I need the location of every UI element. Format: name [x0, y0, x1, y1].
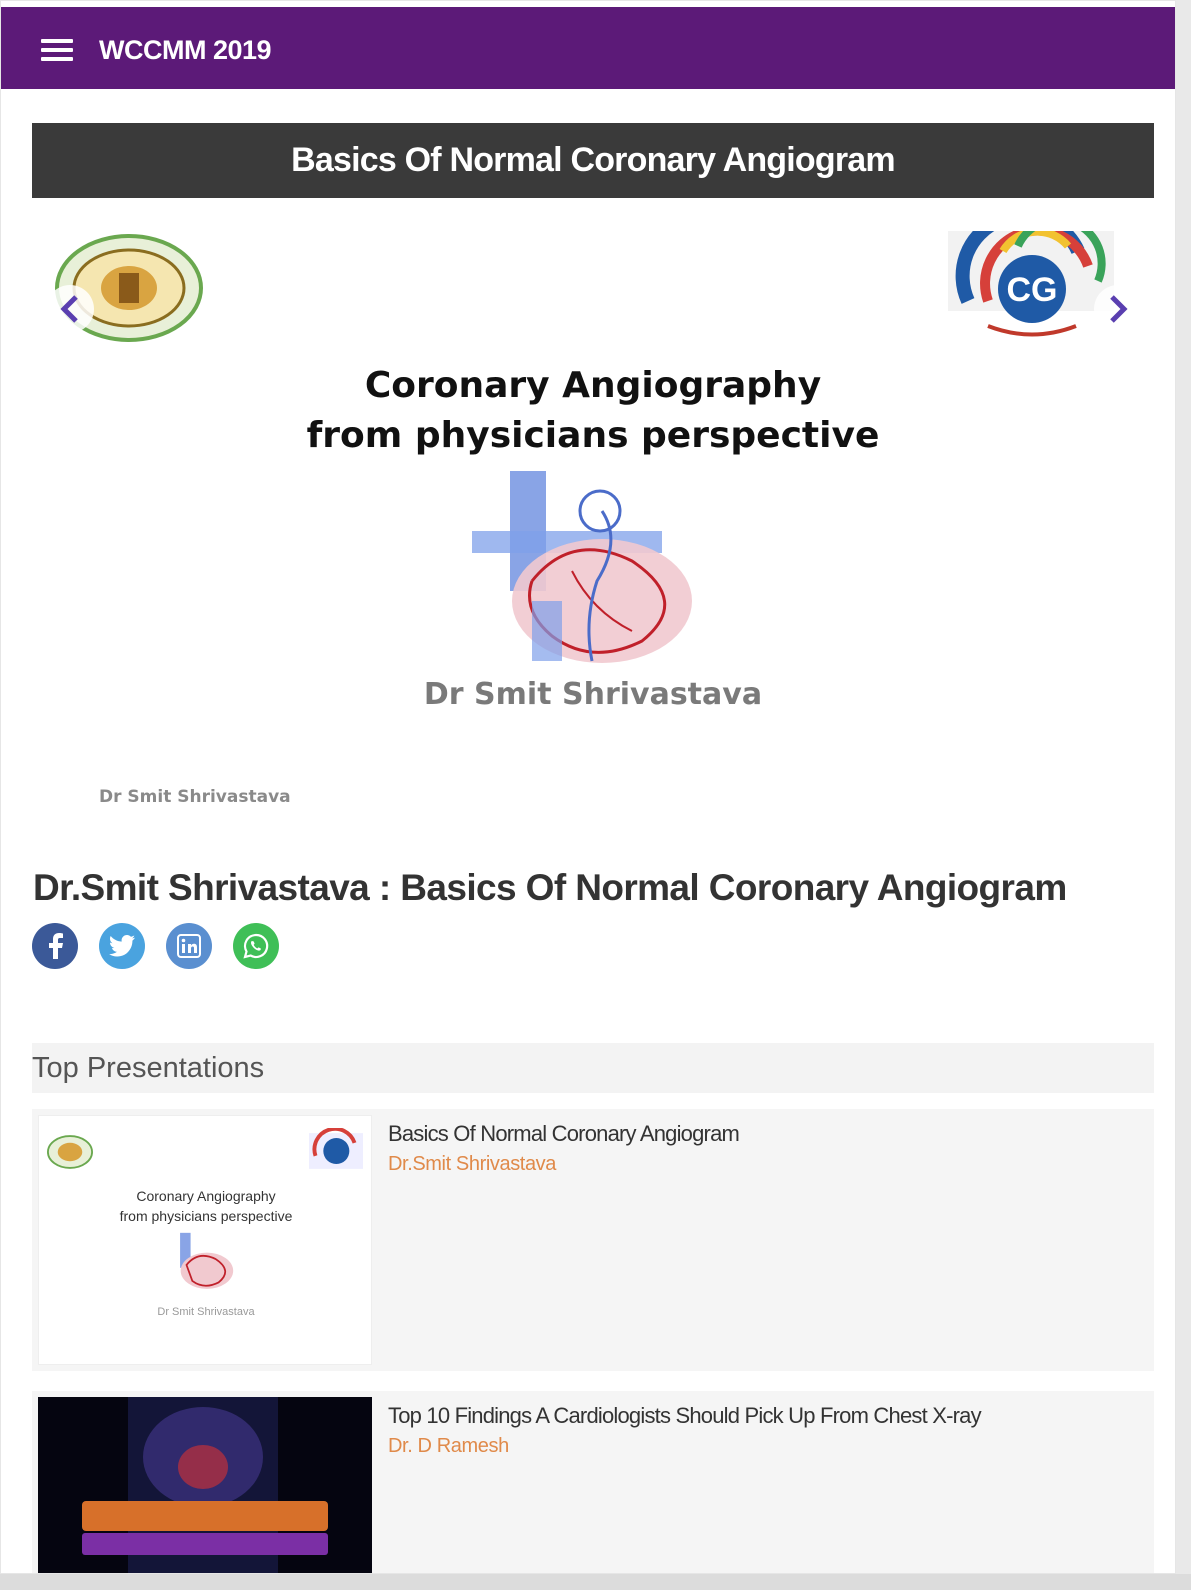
thumbnail-heading-line1: Coronary Angiography: [136, 1188, 276, 1204]
slide-viewer: CG Coronary Angiography from physicians …: [32, 211, 1154, 831]
card-author[interactable]: Dr.Smit Shrivastava: [388, 1153, 556, 1176]
facebook-share-button[interactable]: [32, 923, 78, 969]
previous-slide-button[interactable]: [46, 285, 94, 333]
chevron-right-icon: [1110, 295, 1128, 323]
card-title[interactable]: Top 10 Findings A Cardiologists Should P…: [388, 1403, 982, 1429]
svg-text:CG: CG: [1007, 271, 1058, 309]
menu-icon[interactable]: [41, 39, 73, 61]
cg-apicon-logo: CG: [948, 231, 1114, 337]
cg-apicon-logo: [309, 1128, 363, 1169]
slide-heading-line1: Coronary Angiography: [364, 365, 822, 406]
app-bar: WCCMM 2019: [1, 7, 1175, 89]
twitter-share-button[interactable]: [99, 923, 145, 969]
linkedin-share-button[interactable]: [166, 923, 212, 969]
linkedin-icon: [177, 934, 201, 958]
whatsapp-icon: [243, 933, 269, 959]
card-author[interactable]: Dr. D Ramesh: [388, 1435, 509, 1458]
presentation-thumbnail[interactable]: [38, 1397, 372, 1573]
presentation-thumbnail[interactable]: Coronary Angiography from physicians per…: [38, 1115, 372, 1365]
heart-illustration: [472, 471, 692, 663]
presentation-card[interactable]: Coronary Angiography from physicians per…: [32, 1109, 1154, 1371]
app-title: WCCMM 2019: [99, 35, 272, 65]
slide-footer-author: Dr Smit Shrivastava: [99, 787, 291, 807]
presentation-card[interactable]: Top 10 Findings A Cardiologists Should P…: [32, 1391, 1154, 1573]
chevron-left-icon: [60, 295, 78, 323]
slide-heading-line2: from physicians perspective: [306, 415, 880, 456]
page-frame: WCCMM 2019 Basics Of Normal Coronary Ang…: [0, 0, 1176, 1574]
chest-xray-image: [38, 1397, 372, 1573]
slide-author: Dr Smit Shrivastava: [423, 677, 763, 712]
card-title[interactable]: Basics Of Normal Coronary Angiogram: [388, 1121, 740, 1147]
thumbnail-heading-line2: from physicians perspective: [119, 1208, 293, 1224]
presentation-title: Basics Of Normal Coronary Angiogram: [291, 141, 895, 179]
whatsapp-share-button[interactable]: [233, 923, 279, 969]
twitter-icon: [109, 935, 135, 957]
share-buttons: [32, 923, 279, 969]
next-slide-button[interactable]: [1094, 285, 1142, 333]
association-seal-logo: [47, 1135, 93, 1169]
thumbnail-author: Dr Smit Shrivastava: [157, 1306, 255, 1318]
horizontal-scrollbar[interactable]: [0, 1574, 1191, 1590]
top-presentations-header: Top Presentations: [32, 1043, 1154, 1093]
vertical-scrollbar[interactable]: [1176, 0, 1191, 1590]
presentation-title-bar: Basics Of Normal Coronary Angiogram: [32, 123, 1154, 198]
heart-illustration: [180, 1232, 234, 1289]
section-heading: Top Presentations: [32, 1052, 265, 1084]
page-title: Dr.Smit Shrivastava : Basics Of Normal C…: [33, 867, 1067, 908]
facebook-icon: [49, 933, 63, 959]
